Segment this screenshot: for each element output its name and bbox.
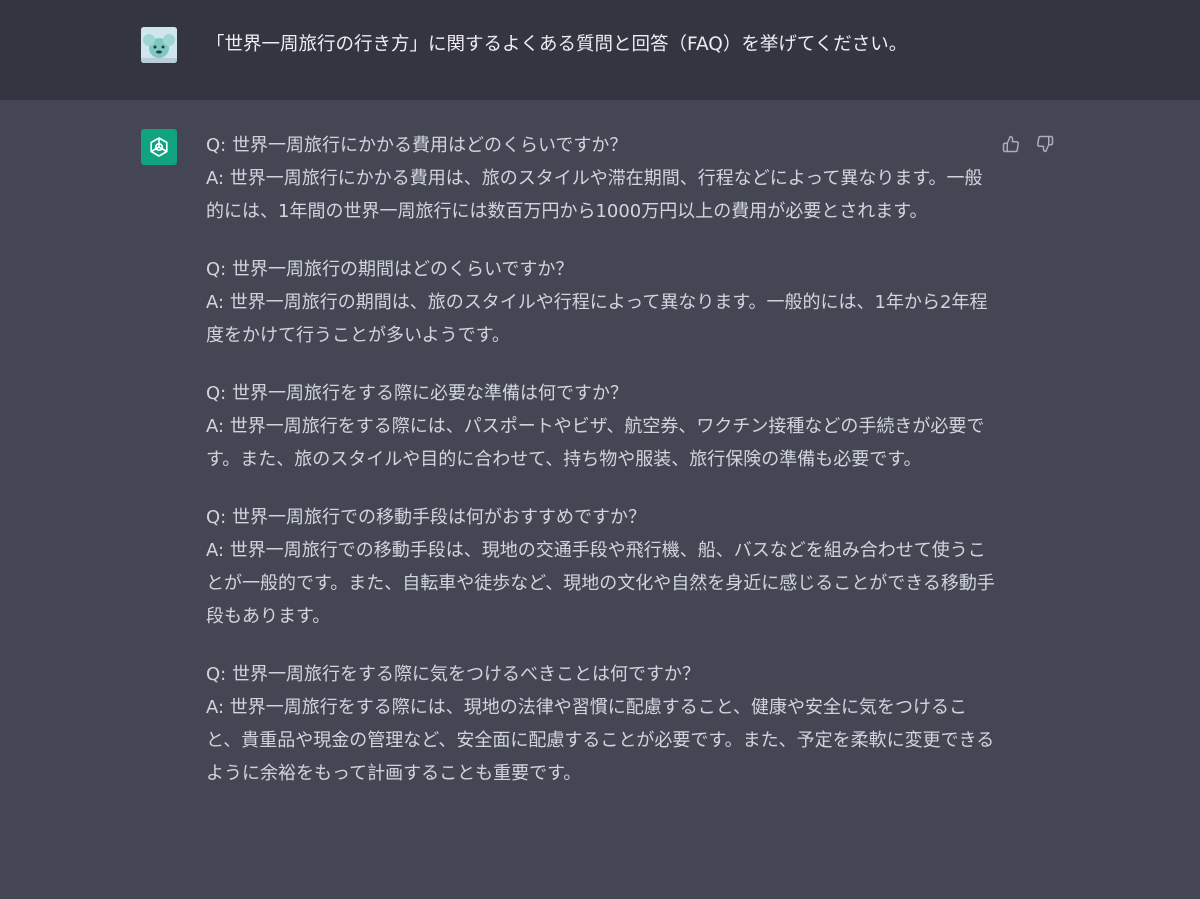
thumbs-up-icon[interactable] xyxy=(1000,133,1022,155)
faq-question: Q: 世界一周旅行をする際に気をつけるべきことは何ですか？ xyxy=(206,664,700,685)
faq-answer: A: 世界一周旅行をする際には、パスポートやビザ、航空券、ワクチン接種などの手続… xyxy=(206,416,985,470)
faq-answer: A: 世界一周旅行にかかる費用は、旅のスタイルや滞在期間、行程などによって異なり… xyxy=(206,168,983,222)
openai-logo-icon xyxy=(141,129,177,165)
faq-answer: A: 世界一周旅行をする際には、現地の法律や習慣に配慮すること、健康や安全に気を… xyxy=(206,697,995,784)
faq-answer: A: 世界一周旅行での移動手段は、現地の交通手段や飛行機、船、バスなどを組み合わ… xyxy=(206,540,995,627)
user-avatar-icon xyxy=(141,27,177,63)
faq-item: Q: 世界一周旅行の期間はどのくらいですか？ A: 世界一周旅行の期間は、旅のス… xyxy=(206,253,996,352)
faq-item: Q: 世界一周旅行をする際に必要な準備は何ですか？ A: 世界一周旅行をする際に… xyxy=(206,377,996,476)
feedback-buttons xyxy=(1000,133,1056,155)
thumbs-down-icon[interactable] xyxy=(1034,133,1056,155)
assistant-answer: Q: 世界一周旅行にかかる費用はどのくらいですか？ A: 世界一周旅行にかかる費… xyxy=(206,129,996,815)
faq-answer: A: 世界一周旅行の期間は、旅のスタイルや行程によって異なります。一般的には、1… xyxy=(206,292,988,346)
faq-question: Q: 世界一周旅行にかかる費用はどのくらいですか？ xyxy=(206,135,628,156)
faq-item: Q: 世界一周旅行での移動手段は何がおすすめですか？ A: 世界一周旅行での移動… xyxy=(206,501,996,633)
faq-question: Q: 世界一周旅行での移動手段は何がおすすめですか？ xyxy=(206,507,646,528)
assistant-message-row: Q: 世界一周旅行にかかる費用はどのくらいですか？ A: 世界一周旅行にかかる費… xyxy=(0,100,1200,899)
user-message-text: 「世界一周旅行の行き方」に関するよくある質問と回答（FAQ）を挙げてください。 xyxy=(206,34,908,55)
faq-item: Q: 世界一周旅行をする際に気をつけるべきことは何ですか？ A: 世界一周旅行を… xyxy=(206,658,996,790)
faq-question: Q: 世界一周旅行の期間はどのくらいですか？ xyxy=(206,259,574,280)
faq-question: Q: 世界一周旅行をする際に必要な準備は何ですか？ xyxy=(206,383,628,404)
user-message-row: 「世界一周旅行の行き方」に関するよくある質問と回答（FAQ）を挙げてください。 xyxy=(0,0,1200,100)
faq-item: Q: 世界一周旅行にかかる費用はどのくらいですか？ A: 世界一周旅行にかかる費… xyxy=(206,129,996,228)
